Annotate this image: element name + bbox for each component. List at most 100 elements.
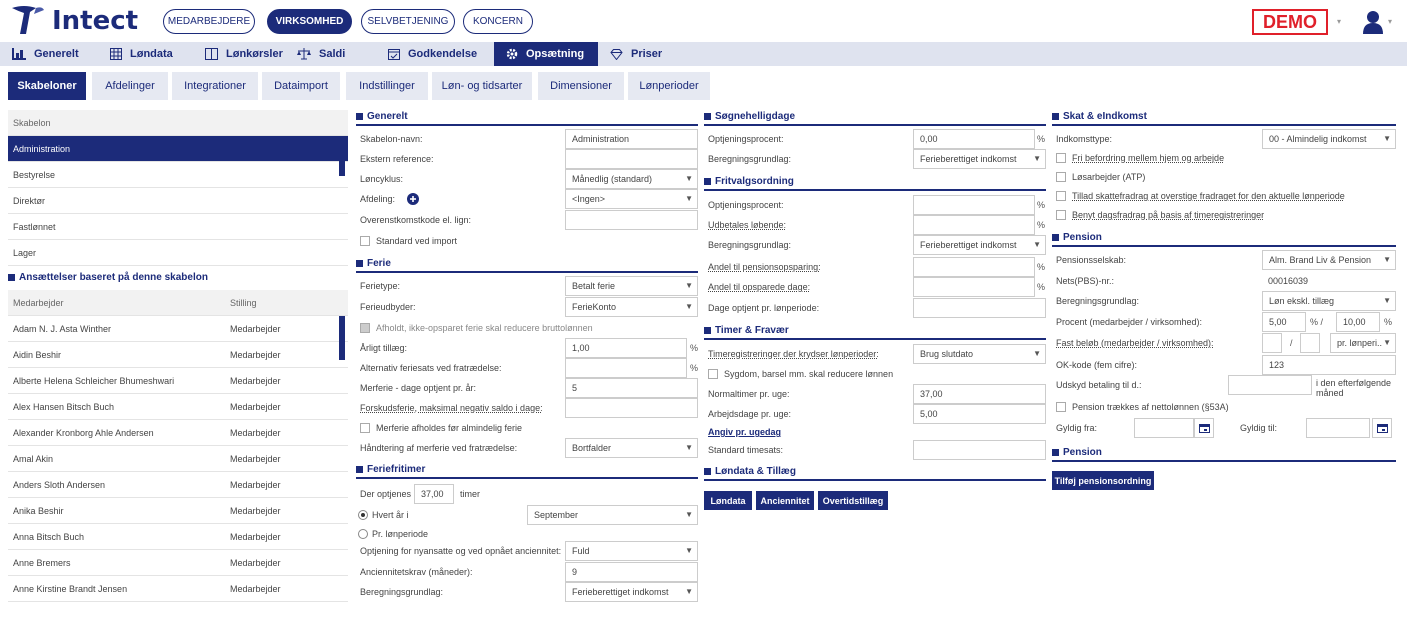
table-row[interactable]: Anika Beshir Medarbejder bbox=[8, 498, 348, 524]
nav-pill-medarbejdere[interactable]: MEDARBEJDERE bbox=[163, 9, 255, 34]
table-row[interactable]: Adam N. J. Asta Winther Medarbejder bbox=[8, 316, 348, 342]
sygdom-checkbox[interactable] bbox=[708, 369, 718, 379]
overtidstillaeg-button[interactable]: Overtidstillæg bbox=[818, 491, 888, 510]
fritvalg-optjening-input[interactable] bbox=[913, 195, 1035, 215]
add-circle-icon[interactable] bbox=[407, 193, 420, 205]
afholdt-checkbox[interactable] bbox=[360, 323, 370, 333]
merferie-afholdes-checkbox[interactable] bbox=[360, 423, 370, 433]
andel-dage-input[interactable] bbox=[913, 277, 1035, 297]
demo-badge[interactable]: DEMO bbox=[1252, 9, 1328, 35]
template-item[interactable]: Direktør bbox=[8, 188, 348, 214]
template-item[interactable]: Lager bbox=[8, 240, 348, 266]
ekstern-input[interactable] bbox=[565, 149, 698, 169]
table-row[interactable]: Amal Akin Medarbejder bbox=[8, 446, 348, 472]
nav-priser[interactable]: Priser bbox=[610, 42, 680, 66]
skattefradrag-checkbox[interactable] bbox=[1056, 191, 1066, 201]
forskud-input[interactable] bbox=[565, 398, 698, 418]
template-item[interactable]: Administration bbox=[8, 136, 348, 162]
angiv-pr-ugedag-link[interactable]: Angiv pr. ugedag bbox=[708, 422, 781, 442]
ok-input[interactable]: 123 bbox=[1262, 355, 1396, 375]
gyldig-til-input[interactable] bbox=[1306, 418, 1370, 438]
pension-beregning-select[interactable]: Løn ekskl. tillæg ▼ bbox=[1262, 291, 1396, 311]
andel-pension-input[interactable] bbox=[913, 257, 1035, 277]
tab-afdelinger[interactable]: Afdelinger bbox=[92, 72, 168, 100]
fritvalg-beregning-select[interactable]: Ferieberettiget indkomst ▼ bbox=[913, 235, 1046, 255]
arbejdsdage-input[interactable]: 5,00 bbox=[913, 404, 1046, 424]
table-row[interactable]: Alberte Helena Schleicher Bhumeshwari Med… bbox=[8, 368, 348, 394]
nav-pill-virksomhed[interactable]: VIRKSOMHED bbox=[267, 9, 352, 34]
hvert-aar-radio[interactable] bbox=[358, 510, 368, 520]
udbetales-input[interactable] bbox=[913, 215, 1035, 235]
nav-godkendelse[interactable]: Godkendelse bbox=[388, 42, 493, 66]
pr-lonperiode-radio[interactable] bbox=[358, 529, 368, 539]
col-stilling[interactable]: Stilling bbox=[230, 298, 257, 308]
fri-befordring-checkbox[interactable] bbox=[1056, 153, 1066, 163]
table-row[interactable]: Anne Bremers Medarbejder bbox=[8, 550, 348, 576]
nav-saldi[interactable]: Saldi bbox=[297, 42, 367, 66]
alt-ferie-input[interactable] bbox=[565, 358, 687, 378]
aarligt-input[interactable]: 1,00 bbox=[565, 338, 687, 358]
tab-lon-og-tidsarter[interactable]: Løn- og tidsarter bbox=[432, 72, 532, 100]
fast-comp-input[interactable] bbox=[1300, 333, 1320, 353]
ferietype-select[interactable]: Betalt ferie ▼ bbox=[565, 276, 698, 296]
afdeling-select[interactable]: <Ingen> ▼ bbox=[565, 189, 698, 209]
loncyklus-select[interactable]: Månedlig (standard) ▼ bbox=[565, 169, 698, 189]
dagsfradrag-checkbox[interactable] bbox=[1056, 210, 1066, 220]
timereg-select[interactable]: Brug slutdato ▼ bbox=[913, 344, 1046, 364]
template-item[interactable]: Fastlønnet bbox=[8, 214, 348, 240]
normaltimer-input[interactable]: 37,00 bbox=[913, 384, 1046, 404]
tab-skabeloner[interactable]: Skabeloner bbox=[8, 72, 86, 100]
nav-pill-selvbetjening[interactable]: SELVBETJENING bbox=[361, 9, 455, 34]
standard-timesats-input[interactable] bbox=[913, 440, 1046, 460]
table-row[interactable]: Anne Kirstine Brandt Jensen Medarbejder bbox=[8, 576, 348, 602]
per-select[interactable]: pr. lønperi.. ▼ bbox=[1330, 333, 1396, 353]
dage-optjent-input[interactable] bbox=[913, 298, 1046, 318]
user-avatar-icon[interactable] bbox=[1362, 10, 1384, 34]
nav-pill-koncern[interactable]: KONCERN bbox=[463, 9, 533, 34]
table-row[interactable]: Anna Bitsch Buch Medarbejder bbox=[8, 524, 348, 550]
standard-import-checkbox[interactable] bbox=[360, 236, 370, 246]
template-item[interactable]: Bestyrelse bbox=[8, 162, 348, 188]
month-select[interactable]: September ▼ bbox=[527, 505, 698, 525]
netto-checkbox[interactable] bbox=[1056, 402, 1066, 412]
demo-chevron-down-icon[interactable]: ▾ bbox=[1337, 17, 1341, 26]
procent-comp-input[interactable]: 10,00 bbox=[1336, 312, 1380, 332]
procent-emp-input[interactable]: 5,00 bbox=[1262, 312, 1306, 332]
indkomsttype-select[interactable]: 00 - Almindelig indkomst ▼ bbox=[1262, 129, 1396, 149]
handtering-select[interactable]: Bortfalder ▼ bbox=[565, 438, 698, 458]
tab-integrationer[interactable]: Integrationer bbox=[172, 72, 258, 100]
sogne-beregning-select[interactable]: Ferieberettiget indkomst ▼ bbox=[913, 149, 1046, 169]
skabelon-navn-input[interactable]: Administration bbox=[565, 129, 698, 149]
anciennitet-button[interactable]: Anciennitet bbox=[756, 491, 814, 510]
tab-dataimport[interactable]: Dataimport bbox=[262, 72, 340, 100]
feriefritimer-hours-input[interactable]: 37,00 bbox=[414, 484, 454, 504]
overens-input[interactable] bbox=[565, 210, 698, 230]
fast-emp-input[interactable] bbox=[1262, 333, 1282, 353]
tab-dimensioner[interactable]: Dimensioner bbox=[538, 72, 624, 100]
templates-scrollbar[interactable] bbox=[339, 138, 345, 176]
sogne-optjening-input[interactable]: 0,00 bbox=[913, 129, 1035, 149]
table-row[interactable]: Aidin Beshir Medarbejder bbox=[8, 342, 348, 368]
employments-scrollbar[interactable] bbox=[339, 316, 345, 360]
tab-indstillinger[interactable]: Indstillinger bbox=[346, 72, 428, 100]
table-row[interactable]: Alex Hansen Bitsch Buch Medarbejder bbox=[8, 394, 348, 420]
selskab-select[interactable]: Alm. Brand Liv & Pension ▼ bbox=[1262, 250, 1396, 270]
optjening-select[interactable]: Fuld ▼ bbox=[565, 541, 698, 561]
table-row[interactable]: Anders Sloth Andersen Medarbejder bbox=[8, 472, 348, 498]
calendar-icon[interactable] bbox=[1194, 418, 1214, 438]
losarbejder-checkbox[interactable] bbox=[1056, 172, 1066, 182]
udskyd-input[interactable] bbox=[1228, 375, 1312, 395]
col-medarbejder[interactable]: Medarbejder bbox=[8, 298, 230, 308]
nav-generelt[interactable]: Generelt bbox=[12, 42, 102, 66]
merferie-input[interactable]: 5 bbox=[565, 378, 698, 398]
intect-logo[interactable]: Intect bbox=[10, 3, 138, 39]
gyldig-fra-input[interactable] bbox=[1134, 418, 1194, 438]
add-pension-button[interactable]: Tilføj pensionsordning bbox=[1052, 471, 1154, 490]
calendar-icon[interactable] bbox=[1372, 418, 1392, 438]
ferieudbyder-select[interactable]: FerieKonto ▼ bbox=[565, 297, 698, 317]
table-row[interactable]: Alexander Kronborg Ahle Andersen Medarbej… bbox=[8, 420, 348, 446]
tab-lonperioder[interactable]: Lønperioder bbox=[628, 72, 710, 100]
londata-button[interactable]: Løndata bbox=[704, 491, 752, 510]
anciennitet-input[interactable]: 9 bbox=[565, 562, 698, 582]
nav-opsaetning[interactable]: Opsætning bbox=[494, 42, 598, 66]
